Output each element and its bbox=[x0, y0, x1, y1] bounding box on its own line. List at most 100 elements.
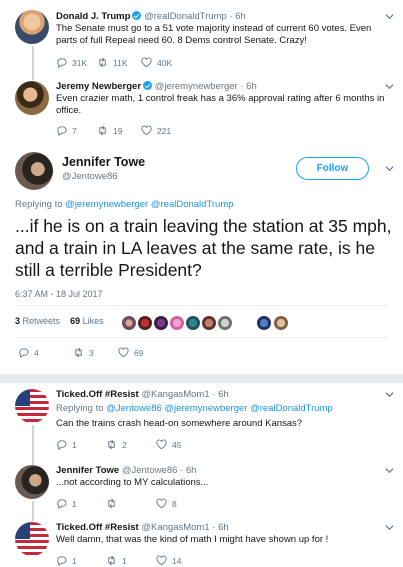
retweet-icon bbox=[108, 498, 115, 509]
like-button[interactable]: 14 bbox=[156, 555, 181, 566]
chevron-down-icon[interactable] bbox=[385, 466, 394, 475]
chevron-down-icon[interactable] bbox=[385, 164, 394, 173]
reply-button[interactable]: 1 bbox=[56, 439, 77, 450]
tweet-time[interactable]: · 6h bbox=[240, 81, 256, 92]
avatar[interactable] bbox=[15, 465, 49, 499]
reply-button[interactable]: 31K bbox=[56, 57, 87, 68]
like-button[interactable]: 40K bbox=[141, 57, 172, 68]
retweet-button[interactable]: 3 bbox=[73, 347, 94, 358]
replying-to: Replying to @Jentowe86 @jeremynewberger … bbox=[56, 403, 333, 414]
like-count: 45 bbox=[172, 439, 182, 450]
tweet-timestamp[interactable]: 6:37 AM - 18 Jul 2017 bbox=[15, 289, 103, 299]
reply-count: 1 bbox=[72, 439, 77, 450]
reply-button[interactable]: 1 bbox=[56, 498, 77, 509]
reply-count: 31K bbox=[72, 57, 88, 68]
tweet-jeremy[interactable]: Jeremy Newberger @jeremynewberger · 6h E… bbox=[0, 76, 403, 144]
likes-stat[interactable]: 69 Likes bbox=[70, 316, 104, 326]
retweet-button[interactable]: 2 bbox=[106, 439, 127, 450]
author-name[interactable]: Jennifer Towe bbox=[62, 155, 145, 169]
avatar[interactable] bbox=[170, 316, 184, 330]
like-button[interactable]: 45 bbox=[156, 439, 181, 450]
reply-button[interactable]: 1 bbox=[56, 555, 77, 566]
retweet-count: 3 bbox=[89, 347, 94, 358]
avatar[interactable] bbox=[138, 316, 152, 330]
avatar[interactable] bbox=[202, 316, 216, 330]
reply-tweet[interactable]: Jennifer Towe @Jentowe86 · 6h ...not acc… bbox=[0, 459, 403, 521]
tweet-text: Well damn, that was the kind of math I m… bbox=[56, 534, 329, 545]
reply-tweet[interactable]: Ticked.Off #Resist @KangasMom1 · 6h Well… bbox=[0, 518, 403, 567]
author-handle[interactable]: @KangasMom1 bbox=[141, 522, 209, 533]
replying-to-handles[interactable]: @jeremynewberger @realDonaldTrump bbox=[65, 199, 233, 210]
replying-to-handles[interactable]: @Jentowe86 @jeremynewberger @realDonaldT… bbox=[106, 403, 333, 414]
avatar[interactable] bbox=[218, 316, 232, 330]
tweet-time[interactable]: · 6h bbox=[212, 522, 228, 533]
reply-icon bbox=[57, 440, 67, 450]
author-name[interactable]: Jeremy Newberger bbox=[56, 81, 141, 92]
retweet-icon bbox=[75, 347, 82, 358]
retweet-icon bbox=[108, 439, 115, 450]
author-name[interactable]: Ticked.Off #Resist bbox=[56, 389, 139, 400]
avatar[interactable] bbox=[186, 316, 200, 330]
heart-icon bbox=[156, 555, 167, 566]
author-handle[interactable]: @Jentowe86 bbox=[62, 171, 118, 182]
chevron-down-icon[interactable] bbox=[385, 82, 394, 91]
reply-tweet[interactable]: Ticked.Off #Resist @KangasMom1 · 6h Repl… bbox=[0, 383, 403, 465]
author-handle[interactable]: @jeremynewberger bbox=[155, 81, 238, 92]
replying-prefix: Replying to bbox=[56, 403, 104, 414]
like-count: 221 bbox=[157, 125, 172, 136]
heart-icon bbox=[141, 125, 152, 136]
author-name[interactable]: Jennifer Towe bbox=[56, 465, 119, 476]
avatar-flag[interactable] bbox=[15, 522, 49, 556]
thread-line bbox=[32, 46, 34, 80]
like-count: 8 bbox=[172, 498, 177, 509]
like-button[interactable]: 221 bbox=[141, 125, 171, 136]
tweet-text: ...if he is on a train leaving the stati… bbox=[15, 216, 392, 280]
divider bbox=[15, 337, 388, 338]
avatar[interactable] bbox=[122, 316, 136, 330]
retweet-button[interactable]: 19 bbox=[97, 125, 122, 136]
tweet-time[interactable]: · 6h bbox=[229, 11, 245, 22]
reply-icon bbox=[19, 348, 29, 358]
chevron-down-icon[interactable] bbox=[385, 12, 394, 21]
verified-badge-icon bbox=[143, 81, 153, 90]
replying-to: Replying to @jeremynewberger @realDonald… bbox=[15, 199, 234, 210]
chevron-down-icon[interactable] bbox=[385, 390, 394, 399]
follow-label: Follow bbox=[316, 163, 349, 174]
avatar[interactable] bbox=[15, 81, 49, 115]
avatar-flag[interactable] bbox=[15, 389, 49, 423]
reply-button[interactable]: 7 bbox=[56, 125, 77, 136]
retweet-count: 19 bbox=[113, 125, 123, 136]
chevron-down-icon[interactable] bbox=[385, 523, 394, 532]
author-name[interactable]: Donald J. Trump bbox=[56, 11, 130, 22]
avatar[interactable] bbox=[257, 316, 271, 330]
avatar[interactable] bbox=[15, 10, 49, 44]
author-handle[interactable]: @Jentowe86 bbox=[122, 465, 178, 476]
tweet-trump[interactable]: Donald J. Trump @realDonaldTrump · 6h Th… bbox=[0, 0, 403, 80]
author-handle[interactable]: @realDonaldTrump bbox=[144, 11, 227, 22]
reply-button[interactable]: 4 bbox=[18, 347, 39, 358]
tweet-time[interactable]: · 6h bbox=[180, 465, 196, 476]
reply-icon bbox=[57, 556, 67, 566]
retweets-stat[interactable]: 3 Retweets bbox=[15, 316, 60, 326]
retweet-button[interactable]: 1 bbox=[106, 555, 127, 566]
tweet-text: Can the trains crash head-on somewhere a… bbox=[56, 418, 303, 429]
avatar[interactable] bbox=[15, 152, 53, 190]
like-button[interactable]: 8 bbox=[156, 498, 177, 509]
retweet-button[interactable] bbox=[106, 498, 122, 509]
avatar[interactable] bbox=[274, 316, 288, 330]
retweet-button[interactable]: 11K bbox=[97, 57, 128, 68]
author-name[interactable]: Ticked.Off #Resist bbox=[56, 522, 139, 533]
tweet-time[interactable]: · 6h bbox=[212, 389, 228, 400]
author-handle[interactable]: @KangasMom1 bbox=[141, 389, 209, 400]
like-count: 69 bbox=[134, 347, 144, 358]
engagement-stats: 3 Retweets 69 Likes bbox=[15, 316, 104, 326]
tweet-text: ...not according to MY calculations... bbox=[56, 477, 209, 488]
reply-count: 1 bbox=[72, 498, 77, 509]
reply-count: 1 bbox=[72, 555, 77, 566]
avatar[interactable] bbox=[154, 316, 168, 330]
heart-icon bbox=[118, 347, 129, 358]
retweet-icon bbox=[108, 555, 115, 566]
replying-prefix: Replying to bbox=[15, 199, 63, 210]
like-button[interactable]: 69 bbox=[118, 347, 143, 358]
follow-button[interactable]: Follow bbox=[296, 157, 369, 180]
